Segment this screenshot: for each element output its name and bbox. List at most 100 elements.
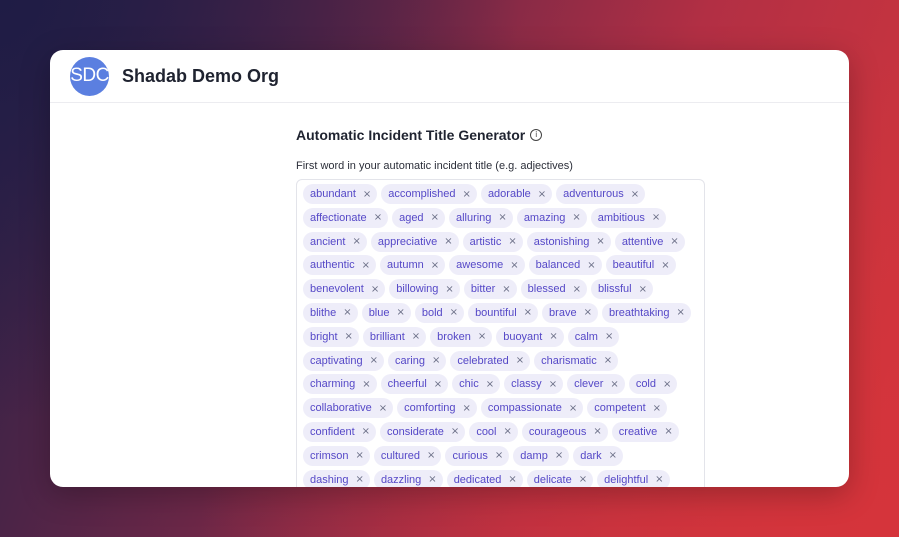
- word-tag-label: dazzling: [380, 473, 422, 486]
- remove-tag-icon[interactable]: ×: [345, 331, 353, 342]
- remove-tag-icon[interactable]: ×: [396, 307, 404, 318]
- remove-tag-icon[interactable]: ×: [516, 355, 524, 366]
- remove-tag-icon[interactable]: ×: [363, 189, 371, 200]
- remove-tag-icon[interactable]: ×: [428, 474, 436, 485]
- remove-tag-icon[interactable]: ×: [661, 260, 669, 271]
- word-tag: affectionate ×: [303, 207, 389, 228]
- remove-tag-icon[interactable]: ×: [549, 379, 557, 390]
- word-tag: amazing ×: [516, 207, 587, 228]
- word-tag: buoyant ×: [496, 326, 564, 347]
- remove-tag-icon[interactable]: ×: [508, 474, 516, 485]
- remove-tag-icon[interactable]: ×: [631, 189, 639, 200]
- remove-tag-icon[interactable]: ×: [593, 426, 601, 437]
- remove-tag-icon[interactable]: ×: [444, 236, 452, 247]
- first-word-tag-input[interactable]: abundant × accomplished × adorable × adventuro…: [296, 179, 705, 487]
- remove-tag-icon[interactable]: ×: [370, 355, 378, 366]
- remove-tag-icon[interactable]: ×: [652, 212, 660, 223]
- remove-tag-icon[interactable]: ×: [445, 284, 453, 295]
- remove-tag-icon[interactable]: ×: [655, 474, 663, 485]
- remove-tag-icon[interactable]: ×: [664, 426, 672, 437]
- remove-tag-icon[interactable]: ×: [587, 260, 595, 271]
- remove-tag-icon[interactable]: ×: [596, 236, 604, 247]
- remove-tag-icon[interactable]: ×: [549, 331, 557, 342]
- remove-tag-icon[interactable]: ×: [362, 260, 370, 271]
- remove-tag-icon[interactable]: ×: [610, 379, 618, 390]
- remove-tag-icon[interactable]: ×: [486, 379, 494, 390]
- word-tag: delightful ×: [597, 469, 670, 487]
- remove-tag-icon[interactable]: ×: [639, 284, 647, 295]
- remove-tag-icon[interactable]: ×: [604, 355, 612, 366]
- remove-tag-icon[interactable]: ×: [569, 403, 577, 414]
- remove-tag-icon[interactable]: ×: [356, 474, 364, 485]
- remove-tag-icon[interactable]: ×: [371, 284, 379, 295]
- remove-tag-icon[interactable]: ×: [495, 450, 503, 461]
- word-tag-label: artistic: [469, 235, 502, 248]
- remove-tag-icon[interactable]: ×: [412, 331, 420, 342]
- remove-tag-icon[interactable]: ×: [352, 236, 360, 247]
- word-tag: bountiful ×: [468, 302, 539, 323]
- remove-tag-icon[interactable]: ×: [605, 331, 613, 342]
- word-tag-label: brilliant: [369, 330, 405, 343]
- remove-tag-icon[interactable]: ×: [538, 189, 546, 200]
- word-tag-label: charismatic: [541, 354, 597, 367]
- remove-tag-icon[interactable]: ×: [451, 426, 459, 437]
- word-tag: adventurous ×: [556, 184, 646, 204]
- remove-tag-icon[interactable]: ×: [510, 260, 518, 271]
- word-tag-label: comforting: [404, 402, 456, 415]
- remove-tag-icon[interactable]: ×: [362, 426, 370, 437]
- remove-tag-icon[interactable]: ×: [356, 450, 364, 461]
- word-tag-label: appreciative: [377, 235, 438, 248]
- word-tag: competent ×: [587, 398, 668, 419]
- remove-tag-icon[interactable]: ×: [677, 307, 685, 318]
- tag-row: benevolent × billowing × bitter × blessed × blis…: [303, 279, 704, 300]
- remove-tag-icon[interactable]: ×: [573, 284, 581, 295]
- word-tag-label: broken: [437, 330, 471, 343]
- remove-tag-icon[interactable]: ×: [508, 236, 516, 247]
- remove-tag-icon[interactable]: ×: [478, 331, 486, 342]
- word-tag-label: blue: [368, 306, 390, 319]
- remove-tag-icon[interactable]: ×: [362, 379, 370, 390]
- remove-tag-icon[interactable]: ×: [572, 212, 580, 223]
- remove-tag-icon[interactable]: ×: [343, 307, 351, 318]
- tag-row: collaborative × comforting × compassionate × c…: [303, 398, 704, 419]
- remove-tag-icon[interactable]: ×: [504, 426, 512, 437]
- remove-tag-icon[interactable]: ×: [379, 403, 387, 414]
- word-tag: dazzling ×: [373, 469, 443, 487]
- org-avatar[interactable]: SDC: [70, 56, 109, 96]
- remove-tag-icon[interactable]: ×: [663, 379, 671, 390]
- word-tag-label: dedicated: [453, 473, 502, 486]
- remove-tag-icon[interactable]: ×: [432, 355, 440, 366]
- remove-tag-icon[interactable]: ×: [555, 450, 563, 461]
- remove-tag-icon[interactable]: ×: [463, 189, 471, 200]
- remove-tag-icon[interactable]: ×: [450, 307, 458, 318]
- word-tag-label: benevolent: [310, 283, 364, 296]
- word-tag: beautiful ×: [605, 255, 676, 276]
- word-tag-label: bright: [310, 330, 338, 343]
- tag-row: bright × brilliant × broken × buoyant × calm ×: [303, 326, 704, 347]
- remove-tag-icon[interactable]: ×: [374, 212, 382, 223]
- word-tag: ancient ×: [303, 231, 367, 252]
- word-tag: benevolent ×: [303, 279, 386, 300]
- remove-tag-icon[interactable]: ×: [431, 260, 439, 271]
- remove-tag-icon[interactable]: ×: [579, 474, 587, 485]
- word-tag-label: abundant: [310, 188, 356, 200]
- remove-tag-icon[interactable]: ×: [463, 403, 471, 414]
- tag-row: abundant × accomplished × adorable × adventuro…: [303, 184, 704, 204]
- remove-tag-icon[interactable]: ×: [498, 212, 506, 223]
- word-tag: cold ×: [628, 374, 678, 395]
- remove-tag-icon[interactable]: ×: [670, 236, 678, 247]
- word-tag-label: balanced: [535, 259, 581, 272]
- remove-tag-icon[interactable]: ×: [434, 379, 442, 390]
- remove-tag-icon[interactable]: ×: [427, 450, 435, 461]
- remove-tag-icon[interactable]: ×: [653, 403, 661, 414]
- word-tag-label: cultured: [380, 449, 421, 462]
- word-tag-label: breathtaking: [608, 306, 670, 319]
- info-icon[interactable]: i: [530, 129, 543, 141]
- remove-tag-icon[interactable]: ×: [502, 284, 510, 295]
- remove-tag-icon[interactable]: ×: [431, 212, 439, 223]
- remove-tag-icon[interactable]: ×: [609, 450, 617, 461]
- remove-tag-icon[interactable]: ×: [584, 307, 592, 318]
- remove-tag-icon[interactable]: ×: [524, 307, 532, 318]
- org-name: Shadab Demo Org: [122, 65, 280, 86]
- word-tag: collaborative ×: [303, 398, 394, 419]
